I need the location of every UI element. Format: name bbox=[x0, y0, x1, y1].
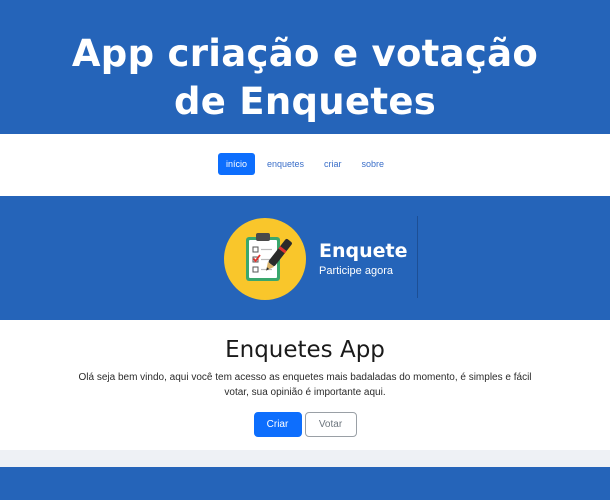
nav-links: início enquetes criar sobre bbox=[0, 153, 610, 175]
navbar: início enquetes criar sobre bbox=[0, 134, 610, 196]
logo-title: Enquete bbox=[319, 240, 408, 262]
create-button[interactable]: Criar bbox=[253, 412, 302, 437]
logo-circle bbox=[224, 218, 306, 300]
top-banner: App criação e votação de Enquetes bbox=[0, 0, 610, 134]
banner-title: App criação e votação de Enquetes bbox=[0, 30, 610, 126]
banner-title-line-2: de Enquetes bbox=[173, 80, 437, 123]
logo-band: Enquete Participe agora bbox=[0, 196, 610, 320]
logo-divider bbox=[417, 216, 418, 298]
nav-link-enquetes[interactable]: enquetes bbox=[259, 153, 312, 175]
nav-link-sobre[interactable]: sobre bbox=[354, 153, 393, 175]
page-description: Olá seja bem vindo, aqui você tem acesso… bbox=[78, 372, 532, 398]
content-bottom-strip bbox=[0, 450, 610, 467]
action-buttons: Criar Votar bbox=[0, 412, 610, 437]
nav-link-inicio[interactable]: início bbox=[217, 153, 255, 175]
nav-link-criar[interactable]: criar bbox=[316, 153, 350, 175]
banner-title-line-1: App criação e votação bbox=[71, 32, 539, 75]
vote-button[interactable]: Votar bbox=[304, 412, 357, 437]
bottom-band bbox=[0, 467, 610, 500]
clipboard-checklist-pen-icon bbox=[246, 233, 292, 281]
logo-subtitle: Participe agora bbox=[319, 265, 393, 277]
main-content: Enquetes App Olá seja bem vindo, aqui vo… bbox=[0, 320, 610, 450]
page-title: Enquetes App bbox=[225, 337, 385, 363]
